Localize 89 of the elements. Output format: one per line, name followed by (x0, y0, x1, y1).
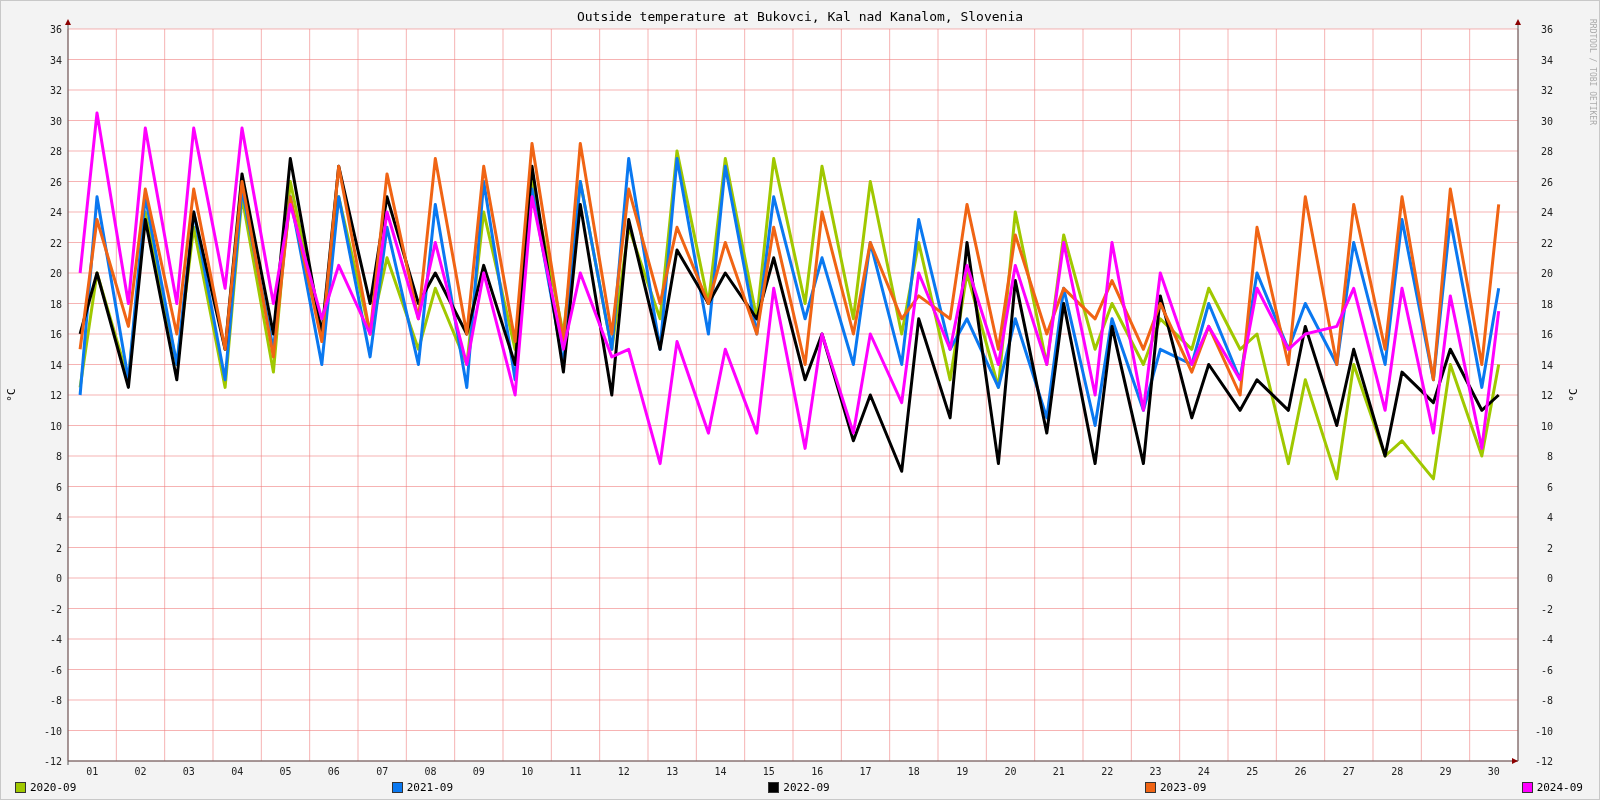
x-tick-label: 24 (1197, 766, 1210, 775)
y-tick-label: -4 (1540, 634, 1553, 645)
credit-text: RRDTOOL / TOBI OETIKER (1588, 19, 1597, 125)
x-tick-label: 25 (1246, 766, 1259, 775)
y-tick-label: 0 (1546, 573, 1553, 584)
x-tick-label: 05 (279, 766, 292, 775)
x-tick-label: 10 (521, 766, 534, 775)
x-tick-label: 21 (1052, 766, 1065, 775)
x-tick-label: 08 (424, 766, 437, 775)
x-tick-label: 27 (1342, 766, 1355, 775)
y-tick-label: 36 (1540, 24, 1553, 35)
y-tick-label: 14 (49, 359, 62, 371)
x-tick-label: 06 (327, 766, 340, 775)
x-tick-label: 02 (134, 766, 147, 775)
x-tick-label: 20 (1004, 766, 1017, 775)
y-tick-label: 26 (49, 176, 62, 188)
y-tick-label: 30 (49, 115, 62, 127)
y-tick-label: 4 (1546, 512, 1553, 523)
legend-label: 2024-09 (1536, 780, 1583, 794)
y-tick-label: 2 (55, 542, 62, 554)
y-tick-label: -2 (49, 603, 62, 615)
x-tick-label: 17 (859, 766, 872, 775)
y-axis-label: °C (1567, 388, 1580, 402)
y-tick-label: 8 (55, 451, 62, 462)
y-tick-label: -6 (49, 664, 62, 676)
y-tick-label: 10 (49, 420, 62, 432)
y-tick-label: 32 (1540, 85, 1553, 96)
x-tick-label: 15 (762, 766, 775, 775)
x-tick-label: 13 (666, 766, 679, 775)
x-tick-label: 09 (472, 766, 485, 775)
y-tick-label: 16 (49, 329, 62, 340)
y-tick-label: 32 (49, 85, 62, 96)
y-tick-label: 22 (1540, 237, 1553, 249)
y-tick-label: 14 (1540, 359, 1553, 371)
y-tick-label: 4 (55, 512, 62, 523)
x-tick-label: 19 (956, 766, 969, 775)
x-tick-label: 01 (86, 766, 99, 775)
y-tick-label: 12 (1540, 390, 1553, 401)
x-tick-label: 26 (1294, 766, 1307, 775)
y-tick-label: 34 (1540, 54, 1553, 66)
y-tick-label: 20 (1540, 268, 1553, 279)
y-tick-label: 6 (1546, 481, 1553, 493)
y-tick-label: 10 (1540, 420, 1553, 432)
y-tick-label: 0 (55, 573, 62, 584)
x-tick-label: 14 (714, 766, 727, 775)
y-tick-label: 18 (1540, 298, 1553, 310)
x-tick-label: 29 (1439, 766, 1452, 775)
legend-label: 2023-09 (1159, 780, 1207, 794)
legend-label: 2022-09 (783, 780, 830, 794)
y-tick-label: 28 (1540, 146, 1553, 157)
y-tick-label: -12 (43, 756, 62, 767)
x-tick-label: 11 (569, 766, 582, 775)
y-tick-label: -6 (1540, 664, 1553, 676)
x-tick-label: 28 (1391, 766, 1404, 775)
legend-label: 2021-09 (406, 780, 453, 794)
y-tick-label: 2 (1546, 542, 1553, 554)
y-tick-label: 18 (49, 298, 62, 310)
y-tick-label: -2 (1540, 603, 1553, 615)
y-tick-label: -10 (43, 725, 62, 737)
x-tick-label: 12 (617, 766, 630, 775)
legend-label: 2020-09 (30, 780, 77, 794)
y-tick-label: -8 (1540, 695, 1553, 706)
x-tick-label: 04 (231, 766, 244, 775)
x-tick-label: 16 (811, 766, 824, 775)
y-tick-label: 26 (1540, 176, 1553, 188)
y-tick-label: 28 (49, 146, 62, 157)
y-tick-label: 24 (1540, 207, 1553, 218)
x-tick-label: 30 (1487, 766, 1500, 775)
y-tick-label: 16 (1540, 329, 1553, 340)
y-tick-label: 12 (49, 390, 62, 401)
chart-title: Outside temperature at Bukovci, Kal nad Kanalom, Slovenia (576, 9, 1024, 24)
y-tick-label: 20 (49, 268, 62, 279)
y-tick-label: 6 (55, 481, 62, 493)
y-tick-label: 22 (49, 237, 62, 249)
y-axis-label: °C (5, 388, 18, 402)
x-tick-label: 03 (182, 766, 195, 775)
y-tick-label: 24 (49, 207, 62, 218)
y-tick-label: -10 (1534, 725, 1553, 737)
y-tick-label: 36 (49, 24, 62, 35)
y-tick-label: -4 (49, 634, 62, 645)
x-tick-label: 22 (1101, 766, 1114, 775)
x-tick-label: 07 (376, 766, 389, 775)
y-tick-label: 30 (1540, 115, 1553, 127)
x-tick-label: 18 (907, 766, 920, 775)
y-tick-label: -8 (49, 695, 62, 706)
y-tick-label: -12 (1534, 756, 1553, 767)
x-tick-label: 23 (1149, 766, 1162, 775)
y-tick-label: 8 (1546, 451, 1553, 462)
y-tick-label: 34 (49, 54, 62, 66)
